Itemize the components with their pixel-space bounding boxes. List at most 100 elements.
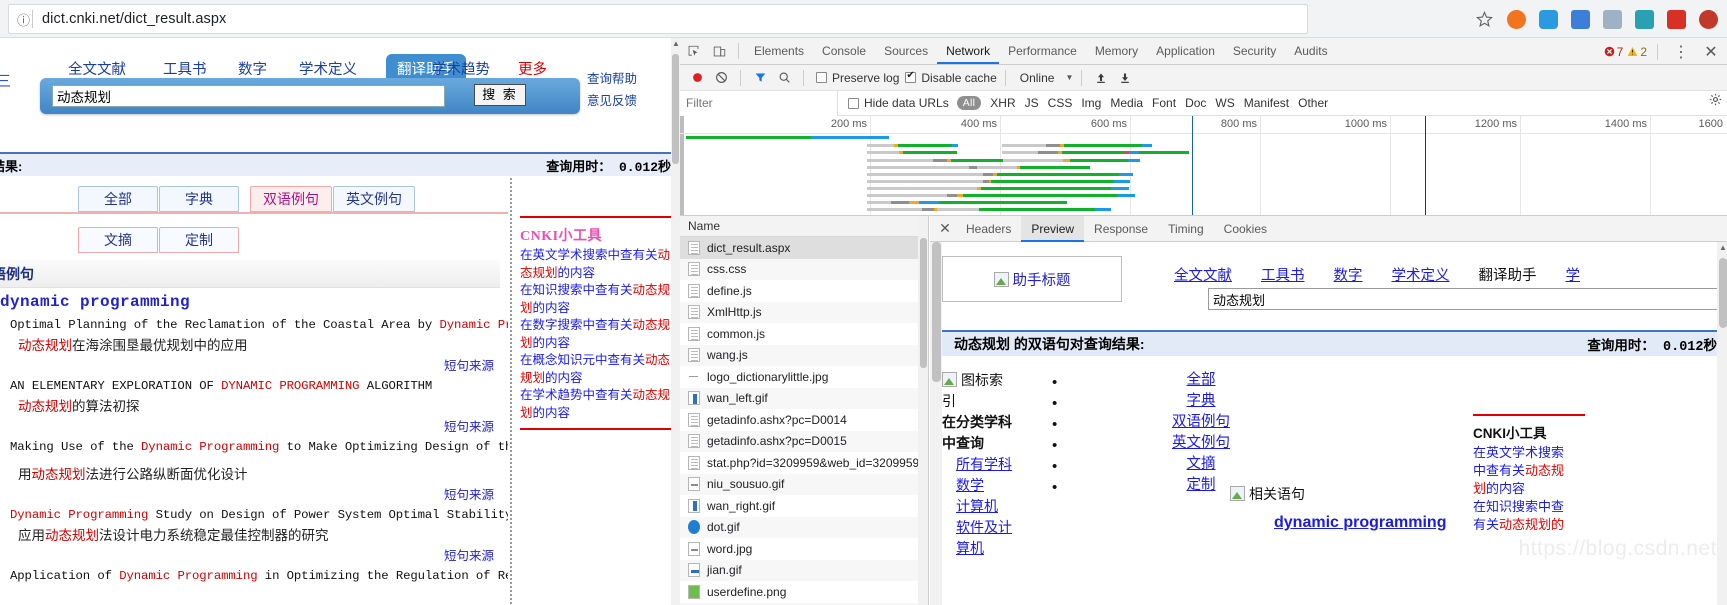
tab-elements[interactable]: Elements xyxy=(745,38,813,64)
warning-badge[interactable]: 2 xyxy=(1627,45,1647,59)
close-icon[interactable]: ✕ xyxy=(1698,39,1724,65)
detail-tab-preview[interactable]: Preview xyxy=(1021,215,1085,242)
result-source-link[interactable]: 短句来源 xyxy=(0,355,508,374)
detail-tab-headers[interactable]: Headers xyxy=(956,216,1021,242)
preview-scrollbar-thumb[interactable] xyxy=(1718,258,1727,328)
preview-left-link-2[interactable]: 计算机 xyxy=(942,496,1016,517)
filter-type-other[interactable]: Other xyxy=(1298,96,1328,110)
preview-tool-link[interactable]: 中查有关动态规 xyxy=(1473,462,1591,480)
help-link-0[interactable]: 查询帮助 xyxy=(587,68,637,90)
preview-nav-1[interactable]: 工具书 xyxy=(1261,264,1305,285)
help-link-1[interactable]: 意见反馈 xyxy=(587,90,637,112)
nav-item-5[interactable]: 学术趋势 xyxy=(432,58,490,79)
table-row[interactable]: XmlHttp.js xyxy=(680,301,928,323)
filter-type-all[interactable]: All xyxy=(956,96,982,110)
preview-tool-link[interactable]: 有关动态规划的 xyxy=(1473,516,1591,534)
tab-sources[interactable]: Sources xyxy=(875,38,937,64)
filter-type-ws[interactable]: WS xyxy=(1215,96,1234,110)
detail-tab-cookies[interactable]: Cookies xyxy=(1214,216,1277,242)
filter-type-img[interactable]: Img xyxy=(1081,96,1101,110)
cnki-tool-link[interactable]: 在英文学术搜索中查有关动态规划的内容 xyxy=(520,247,678,282)
preview-link-bilingual[interactable]: 双语例句 xyxy=(1161,412,1241,433)
filter-input[interactable] xyxy=(680,90,838,116)
filter-type-manifest[interactable]: Manifest xyxy=(1244,96,1289,110)
scroll-up-arrow-icon[interactable]: ▲ xyxy=(1719,243,1727,252)
preview-left-scrollbar-thumb[interactable] xyxy=(931,242,941,382)
gear-icon[interactable] xyxy=(1709,93,1722,111)
preview-nav-2[interactable]: 数字 xyxy=(1334,264,1363,285)
filter-type-media[interactable]: Media xyxy=(1110,96,1143,110)
filter-type-font[interactable]: Font xyxy=(1152,96,1176,110)
table-row[interactable]: define.js xyxy=(680,280,928,302)
tab-application[interactable]: Application xyxy=(1147,38,1224,64)
tab-performance[interactable]: Performance xyxy=(999,38,1086,64)
preview-left-link-1[interactable]: 数学 xyxy=(942,475,1016,496)
table-row[interactable]: jian.gif xyxy=(680,559,928,581)
preview-link-custom[interactable]: 定制 xyxy=(1161,475,1241,496)
magnifier-search-icon[interactable] xyxy=(773,67,795,89)
extension-teal-icon[interactable] xyxy=(1629,4,1659,34)
preview-nav-5[interactable]: 学 xyxy=(1566,264,1581,285)
address-bar[interactable]: ⓘ dict.cnki.net/dict_result.aspx xyxy=(8,4,1308,34)
preview-link-english[interactable]: 英文例句 xyxy=(1161,433,1241,454)
table-row[interactable]: dot.gif xyxy=(680,516,928,538)
page-scrollbar[interactable]: ▲ xyxy=(671,38,680,605)
filter-type-js[interactable]: JS xyxy=(1025,96,1039,110)
filter-type-xhr[interactable]: XHR xyxy=(990,96,1015,110)
search-input[interactable] xyxy=(52,85,445,107)
preview-link-dictionary[interactable]: 字典 xyxy=(1161,391,1241,412)
device-toolbar-icon[interactable] xyxy=(706,38,732,64)
chevron-down-icon[interactable]: ▼ xyxy=(1065,73,1073,82)
nav-item-1[interactable]: 工具书 xyxy=(163,58,207,79)
preview-tool-link[interactable]: 在英文学术搜索 xyxy=(1473,444,1591,462)
inspect-element-icon[interactable] xyxy=(680,38,706,64)
tab-bilingual-sentences[interactable]: 双语例句 xyxy=(250,186,332,212)
tab-audits[interactable]: Audits xyxy=(1285,38,1336,64)
hide-data-urls-checkbox[interactable]: Hide data URLs xyxy=(848,96,949,110)
nav-item-6-more[interactable]: 更多 xyxy=(518,58,547,79)
request-list-header[interactable]: Name xyxy=(680,216,928,237)
search-button[interactable]: 搜 索 xyxy=(474,84,526,106)
nav-item-3[interactable]: 学术定义 xyxy=(299,58,357,79)
tab-memory[interactable]: Memory xyxy=(1086,38,1147,64)
preview-left-link-0[interactable]: 所有学科 xyxy=(942,454,1016,475)
table-row[interactable]: userdefine.png xyxy=(680,581,928,603)
throttle-select-value[interactable]: Online xyxy=(1020,71,1055,85)
filter-type-doc[interactable]: Doc xyxy=(1185,96,1206,110)
table-row[interactable]: common.js xyxy=(680,323,928,345)
result-source-link[interactable]: 短句来源 xyxy=(0,545,508,564)
table-row[interactable]: getadinfo.ashx?pc=D0014 xyxy=(680,409,928,431)
tab-all[interactable]: 全部 xyxy=(78,186,158,212)
table-row[interactable]: logo_dictionarylittle.jpg xyxy=(680,366,928,388)
preview-left-link-3[interactable]: 软件及计算机 xyxy=(942,517,1016,559)
tab-abstract[interactable]: 文摘 xyxy=(78,227,158,253)
extension-bird-icon[interactable] xyxy=(1533,4,1563,34)
funnel-filter-icon[interactable] xyxy=(749,67,771,89)
tab-dictionary[interactable]: 字典 xyxy=(159,186,239,212)
table-row[interactable]: stat.php?id=3209959&web_id=3209959& xyxy=(680,452,928,474)
table-row[interactable]: niu_sousuo.gif xyxy=(680,473,928,495)
preview-nav-3[interactable]: 学术定义 xyxy=(1392,264,1450,285)
preview-related-keyword[interactable]: dynamic programming xyxy=(1274,514,1446,532)
cnki-tool-link[interactable]: 在知识搜索中查有关动态规划的内容 xyxy=(520,282,678,317)
page-info-icon[interactable]: ⓘ xyxy=(15,10,30,29)
detail-tab-timing[interactable]: Timing xyxy=(1158,216,1214,242)
preview-search-input[interactable] xyxy=(1208,288,1717,310)
request-list-scrollbar-thumb[interactable] xyxy=(919,238,927,368)
table-row[interactable]: wan_right.gif xyxy=(680,495,928,517)
disable-cache-checkbox[interactable]: Disable cache xyxy=(905,70,997,85)
record-circle-icon[interactable] xyxy=(686,67,708,89)
table-row[interactable]: wang.js xyxy=(680,344,928,366)
preview-scrollbar[interactable]: ▲ xyxy=(1717,242,1727,605)
preview-link-all[interactable]: 全部 xyxy=(1161,370,1241,391)
extension-grey-icon[interactable] xyxy=(1597,4,1627,34)
tab-security[interactable]: Security xyxy=(1224,38,1285,64)
result-source-link[interactable]: 短句来源 xyxy=(0,416,508,435)
upload-arrow-icon[interactable] xyxy=(1090,67,1112,89)
scroll-up-arrow-icon[interactable]: ▲ xyxy=(672,39,680,48)
preview-tool-link[interactable]: 划的内容 xyxy=(1473,480,1591,498)
nav-item-0[interactable]: 全文文献 xyxy=(68,58,126,79)
tab-network[interactable]: Network xyxy=(937,38,1000,64)
cnki-tool-link[interactable]: 在数字搜索中查有关动态规划的内容 xyxy=(520,317,678,352)
table-row[interactable]: dict_result.aspx xyxy=(680,237,928,259)
